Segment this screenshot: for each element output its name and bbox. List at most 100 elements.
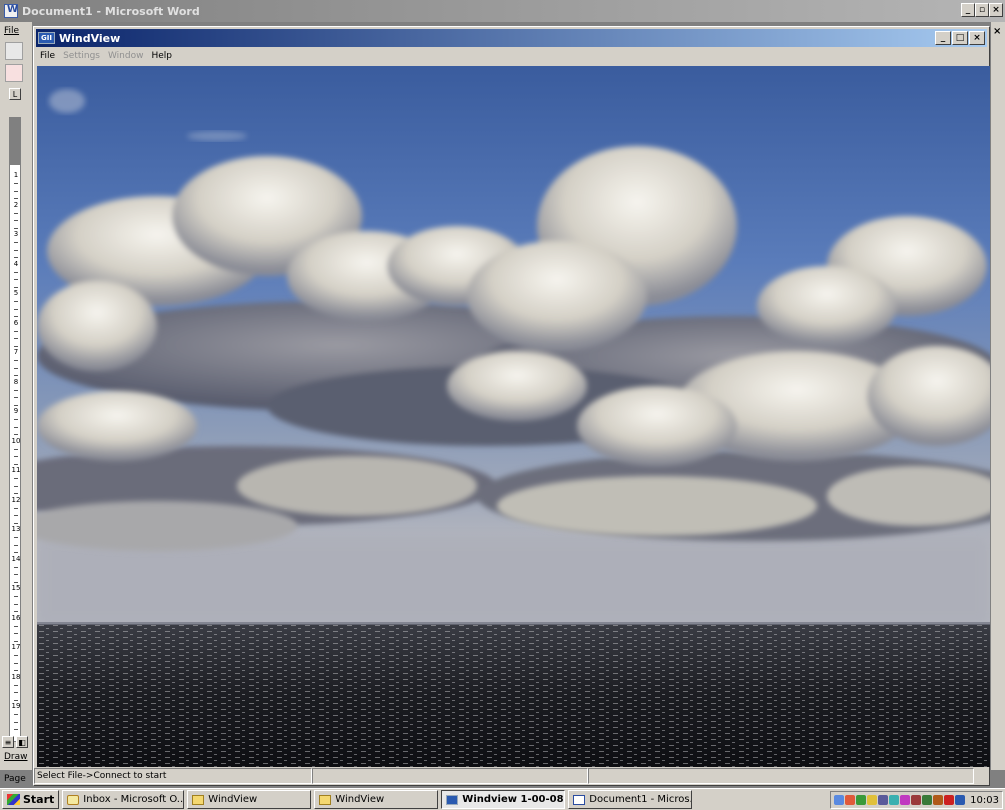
word-icon [573, 794, 586, 805]
ruler-tick [14, 419, 18, 421]
taskbar: Start Inbox - Microsoft O... WindView Wi… [0, 788, 1005, 810]
windview-close-button[interactable]: × [969, 31, 985, 45]
ruler-tick [14, 456, 18, 458]
tray-app-icon[interactable] [856, 795, 867, 805]
tray-clock[interactable]: 10:03 [970, 795, 999, 806]
ruler-tick [14, 286, 18, 288]
ruler-tick [14, 249, 18, 251]
tab-stop-icon[interactable]: L [9, 88, 21, 100]
ruler-tick [14, 360, 18, 362]
task-label: Windview 1-00-08 [462, 794, 564, 805]
normal-view-icon[interactable]: ≡ [2, 736, 14, 748]
new-document-icon[interactable] [5, 42, 23, 60]
word-title-bar[interactable]: Document1 - Microsoft Word _ ▫ × [0, 0, 1005, 22]
status-message: Select File->Connect to start [34, 768, 312, 784]
pdf-icon[interactable] [5, 64, 23, 82]
ruler-tick [14, 699, 18, 701]
folder-icon [192, 794, 205, 805]
windview-window: GII WindView _ □ × File Settings Window … [33, 26, 990, 786]
tray-app-icon[interactable] [889, 795, 900, 805]
ruler-mark: 14 [11, 554, 21, 563]
ruler-mark: 16 [11, 613, 21, 622]
ruler-mark: 17 [11, 643, 21, 651]
ruler-tick [14, 316, 18, 318]
task-windview-folder-1[interactable]: WindView [187, 790, 312, 809]
windview-minimize-button[interactable]: _ [935, 31, 951, 45]
windview-status-bar: Select File->Connect to start [34, 767, 989, 785]
tray-app-icon[interactable] [845, 795, 856, 805]
ruler-tick [14, 544, 18, 546]
word-menu-file[interactable]: File [4, 26, 19, 36]
gii-icon[interactable]: GII [38, 32, 55, 44]
desktop: Document1 - Microsoft Word _ ▫ × File L … [0, 0, 1005, 810]
ruler-tick [14, 574, 18, 576]
ruler-tick [14, 493, 18, 495]
task-label: WindView [335, 794, 385, 805]
ruler-mark: 12 [11, 495, 21, 504]
ruler-tick [14, 507, 18, 509]
menu-help[interactable]: Help [151, 51, 172, 61]
tray-app-icon[interactable] [944, 795, 955, 805]
ruler-tick [14, 640, 18, 642]
start-button[interactable]: Start [2, 790, 60, 809]
start-label: Start [23, 793, 55, 806]
word-app-icon[interactable] [4, 4, 18, 18]
menu-settings[interactable]: Settings [63, 51, 100, 61]
menu-file[interactable]: File [40, 51, 55, 61]
ruler-tick [14, 190, 18, 192]
ruler-mark: 8 [13, 377, 19, 386]
task-windview-app[interactable]: Windview 1-00-08 [441, 790, 566, 809]
ruler-tick [14, 227, 18, 229]
tray-app-icon[interactable] [911, 795, 922, 805]
tray-app-icon[interactable] [922, 795, 933, 805]
ruler-tick [14, 721, 18, 723]
word-minimize-button[interactable]: _ [961, 3, 975, 17]
ruler-tick [14, 308, 18, 310]
ruler-tick [14, 485, 18, 487]
menu-window[interactable]: Window [108, 51, 144, 61]
sky-ocean-image [37, 66, 990, 767]
word-close-button[interactable]: × [989, 3, 1003, 17]
ruler-mark: 4 [13, 259, 19, 268]
task-word-document[interactable]: Document1 - Micros... [568, 790, 693, 809]
task-inbox[interactable]: Inbox - Microsoft O... [62, 790, 185, 809]
task-label: Inbox - Microsoft O... [83, 794, 185, 805]
word-restore-button[interactable]: ▫ [975, 3, 989, 17]
ruler-mark: 1 [13, 171, 19, 179]
ruler-tick [14, 448, 18, 450]
ruler-tick [14, 596, 18, 598]
layout-view-icon[interactable]: ◧ [16, 736, 28, 748]
tray-app-icon[interactable] [900, 795, 911, 805]
ruler-tick [14, 397, 18, 399]
tray-app-icon[interactable] [933, 795, 944, 805]
tray-app-icon[interactable] [867, 795, 878, 805]
ruler-tick [14, 183, 18, 185]
tray-app-icon[interactable] [834, 795, 845, 805]
ruler-mark: 15 [11, 584, 21, 592]
system-tray: 10:03 [830, 791, 1003, 809]
word-window-controls: _ ▫ × [961, 3, 1003, 17]
ruler-tick [14, 338, 18, 340]
ruler-tick [14, 212, 18, 214]
windows-logo-icon [7, 794, 20, 805]
ruler-tick [14, 404, 18, 406]
windview-title-bar[interactable]: GII WindView _ □ × [36, 29, 987, 47]
word-title: Document1 - Microsoft Word [22, 4, 200, 18]
word-draw-menu[interactable]: Draw [4, 752, 28, 762]
vertical-ruler: 1 2 3 4 5 6 7 8 9 10 11 12 13 14 15 16 17 18 19 [9, 117, 21, 742]
ruler-tick [14, 220, 18, 222]
ruler-tick [14, 345, 18, 347]
word-doc-close-icon[interactable]: × [993, 26, 1001, 37]
windview-window-controls: _ □ × [934, 31, 985, 45]
task-windview-folder-2[interactable]: WindView [314, 790, 439, 809]
tray-app-icon[interactable] [955, 795, 966, 805]
windview-maximize-button[interactable]: □ [952, 31, 968, 45]
ruler-tick [14, 581, 18, 583]
ruler-mark: 7 [13, 348, 19, 356]
ruler-tick [14, 367, 18, 369]
ruler-tick [14, 257, 18, 259]
ruler-tick [14, 389, 18, 391]
tray-app-icon[interactable] [878, 795, 889, 805]
inbox-icon [67, 794, 80, 805]
ruler-tick [14, 330, 18, 332]
